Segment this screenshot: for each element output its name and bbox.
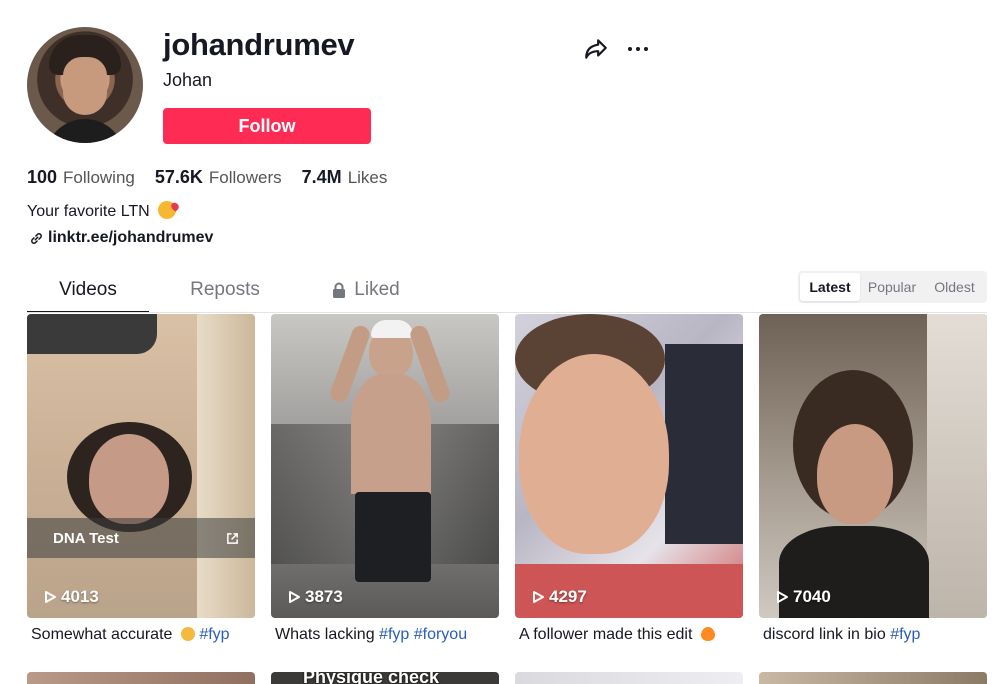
curtain-shape [197,314,255,618]
fire-emoji-icon [700,627,715,641]
following-label: Following [63,168,135,187]
video-subject-torso [351,374,431,494]
video-caption[interactable]: A follower made this edit [519,626,715,644]
video-card[interactable] [759,672,987,684]
followers-count: 57.6K [154,167,203,187]
profile-bio: Your favorite LTN [27,201,177,221]
video-caption-tags[interactable]: #fyp [199,626,229,643]
tab-liked-label: Liked [354,279,400,300]
profile-link-text: linktr.ee/johandrumev [48,229,214,246]
video-card[interactable] [27,672,255,684]
profile-stats: 100 Following 57.6K Followers 7.4M Likes [27,167,387,188]
video-card[interactable]: Physique check [271,672,499,684]
share-icon[interactable] [583,36,609,62]
dna-test-label: DNA Test [53,529,119,547]
tab-liked[interactable]: Liked [311,275,421,313]
video-views-count: 3873 [305,587,343,606]
profile-nickname: Johan [163,70,213,90]
video-views: 4297 [531,587,587,607]
external-link-icon [227,532,238,544]
video-subject-face [519,354,669,554]
profile-username: johandrumev [163,27,355,62]
more-icon[interactable] [626,37,650,61]
video-views: 4013 [43,587,99,607]
stat-followers[interactable]: 57.6K Followers [155,167,282,188]
tab-videos-label: Videos [59,279,117,300]
sort-toggle: Latest Popular Oldest [798,271,987,303]
microphone-shape [27,314,157,354]
video-caption-text: A follower made this edit [519,626,693,643]
profile-link[interactable]: linktr.ee/johandrumev [29,229,213,247]
bio-text: Your favorite LTN [27,203,150,220]
play-icon [45,591,56,603]
play-icon [533,591,544,603]
video-views-count: 7040 [793,587,831,606]
avatar-shirt [45,119,125,143]
likes-count: 7.4M [301,167,342,187]
dark-panel-shape [665,344,743,544]
video-caption[interactable]: discord link in bio #fyp [763,626,920,644]
play-icon [289,591,300,603]
video-caption-tags[interactable]: #fyp #foryou [379,626,467,643]
video-caption[interactable]: Whats lacking #fyp #foryou [275,626,467,644]
link-icon [31,232,42,244]
video-card[interactable]: 4297 [515,314,743,618]
tab-reposts-label: Reposts [190,279,260,300]
profile-tabs: Videos Reposts Liked [27,275,421,313]
video-card[interactable]: 3873 [271,314,499,618]
smiling-hearts-emoji-icon [158,201,177,219]
video-card[interactable]: DNA Test 4013 [27,314,255,618]
video-caption-tags[interactable]: #fyp [890,626,920,643]
avatar-face [63,57,107,115]
video-views: 3873 [287,587,343,607]
video-subject-face [89,434,169,524]
video-card[interactable]: 7040 [759,314,987,618]
lock-icon [333,282,346,298]
video-caption-text: Whats lacking [275,626,375,643]
tab-reposts[interactable]: Reposts [159,275,291,313]
video-subject-face [817,424,893,524]
video-caption[interactable]: Somewhat accurate #fyp [31,626,230,644]
tabs-divider [27,312,987,313]
video-views-count: 4013 [61,587,99,606]
followers-label: Followers [208,168,282,187]
video-card[interactable] [515,672,743,684]
likes-label: Likes [347,168,388,187]
video-views: 7040 [775,587,831,607]
following-count: 100 [27,167,58,187]
dna-test-overlay[interactable]: DNA Test [27,518,255,558]
sort-popular[interactable]: Popular [860,273,924,301]
cap-shape [371,320,413,338]
video-caption-text: discord link in bio [763,626,886,643]
doorway-shape [927,314,987,618]
sort-oldest[interactable]: Oldest [924,273,985,301]
stat-following[interactable]: 100 Following [27,167,135,188]
shorts-shape [355,492,431,582]
video-caption-text: Somewhat accurate [31,626,173,643]
video-overlay-text: Physique check [303,672,440,684]
follow-button[interactable]: Follow [163,108,371,144]
play-icon [777,591,788,603]
stat-likes: 7.4M Likes [302,167,388,188]
tab-videos[interactable]: Videos [27,275,149,313]
profile-avatar[interactable] [27,27,143,143]
sort-latest[interactable]: Latest [800,273,860,301]
astonished-emoji-icon [180,627,195,641]
video-views-count: 4297 [549,587,587,606]
